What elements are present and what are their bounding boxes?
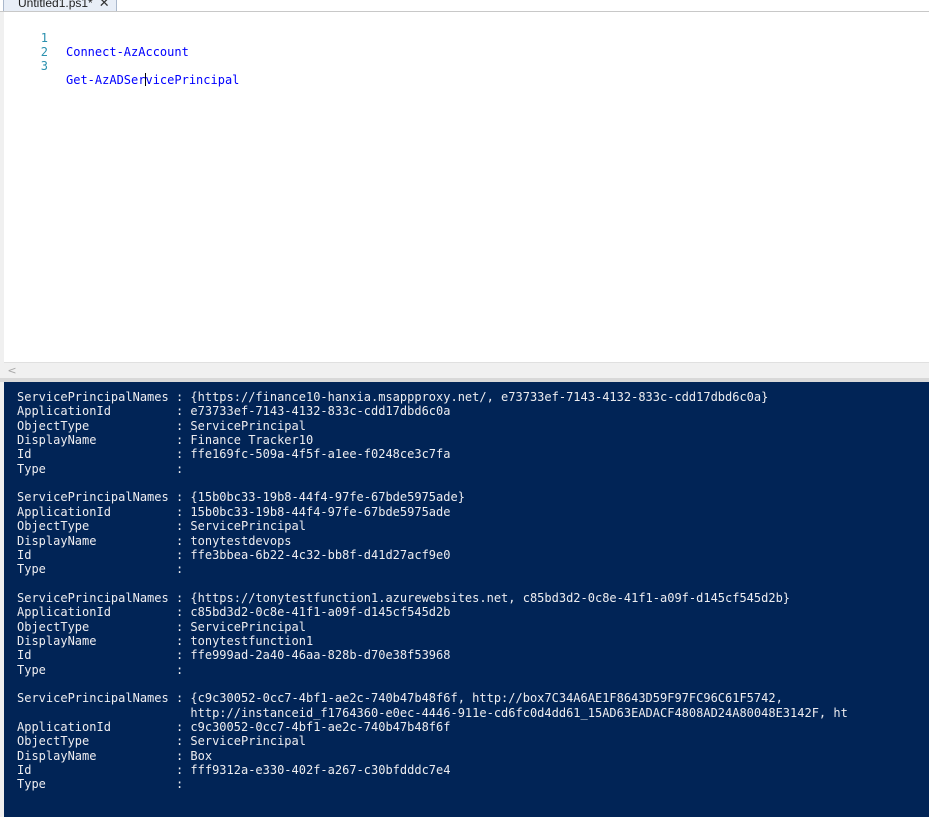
script-tab-strip: Untitled1.ps1* ✕ xyxy=(0,0,929,12)
console-output-line: ApplicationId : e73733ef-7143-4132-833c-… xyxy=(17,404,451,419)
console-output-line: ObjectType : ServicePrincipal xyxy=(17,619,306,634)
console-output-line: ServicePrincipalNames : {https://finance… xyxy=(17,390,769,404)
code-line: 1 Connect-AzAccount xyxy=(4,17,189,59)
code-line: 2 xyxy=(4,31,48,59)
console-output-line: ServicePrincipalNames : {15b0bc33-19b8-4… xyxy=(17,490,465,505)
console-output-line: ObjectType : ServicePrincipal xyxy=(17,734,306,749)
console-output-line: Id : ffe169fc-509a-4f5f-a1ee-f0248ce3c7f… xyxy=(17,447,451,462)
powershell-ise-window: Untitled1.ps1* ✕ 1 Connect-AzAccount 2 3… xyxy=(0,0,929,817)
console-output-line: DisplayName : Finance Tracker10 xyxy=(17,433,314,448)
tab-title: Untitled1.ps1* xyxy=(18,0,93,10)
console-output-line: DisplayName : tonytestfunction1 xyxy=(17,633,314,648)
editor-horizontal-scrollbar[interactable]: < xyxy=(4,362,929,378)
console-output-line: DisplayName : tonytestdevops xyxy=(17,533,292,548)
console-output-line: DisplayName : Box xyxy=(17,748,213,763)
console-output-line: Type : xyxy=(17,777,184,792)
tab-untitled1[interactable]: Untitled1.ps1* ✕ xyxy=(3,0,117,11)
code-text: Get-AzADServicePrincipal xyxy=(66,73,239,87)
console-output-line: Id : ffe3bbea-6b22-4c32-bb8f-d41d27acf9e… xyxy=(17,547,451,562)
console-output-line: ApplicationId : 15b0bc33-19b8-44f4-97fe-… xyxy=(17,504,451,519)
console-output-line: Type : xyxy=(17,562,184,577)
close-icon[interactable]: ✕ xyxy=(99,0,110,9)
console-output-line: http://instanceid_f1764360-e0ec-4446-911… xyxy=(17,705,848,720)
code-line: 3 Get-AzADServicePrincipal xyxy=(4,45,240,87)
script-editor[interactable]: 1 Connect-AzAccount 2 3 Get-AzADServiceP… xyxy=(0,12,929,362)
console-output-line: ObjectType : ServicePrincipal xyxy=(17,519,306,534)
console-pane[interactable]: ServicePrincipalNames : {https://finance… xyxy=(4,382,929,817)
console-output-line: ApplicationId : c9c30052-0cc7-4bf1-ae2c-… xyxy=(17,720,451,735)
code-text: Connect-AzAccount xyxy=(66,45,189,59)
console-output-line: ServicePrincipalNames : {https://tonytes… xyxy=(17,590,791,605)
console-output-line: ApplicationId : c85bd3d2-0c8e-41f1-a09f-… xyxy=(17,605,451,620)
console-output-line: Id : fff9312a-e330-402f-a267-c30bfdddc7e… xyxy=(17,763,451,778)
console-output-line: Id : ffe999ad-2a40-46aa-828b-d70e38f5396… xyxy=(17,648,451,663)
console-output-line: Type : xyxy=(17,662,184,677)
code-text-before-caret: Get-AzADSer xyxy=(66,73,146,87)
code-text-after-caret: vicePrincipal xyxy=(145,73,240,87)
console-output-line: ObjectType : ServicePrincipal xyxy=(17,418,306,433)
scroll-left-icon[interactable]: < xyxy=(6,363,18,378)
line-number: 3 xyxy=(40,59,48,73)
console-output-line: ServicePrincipalNames : {c9c30052-0cc7-4… xyxy=(17,691,783,706)
console-output-line: Type : xyxy=(17,461,184,476)
